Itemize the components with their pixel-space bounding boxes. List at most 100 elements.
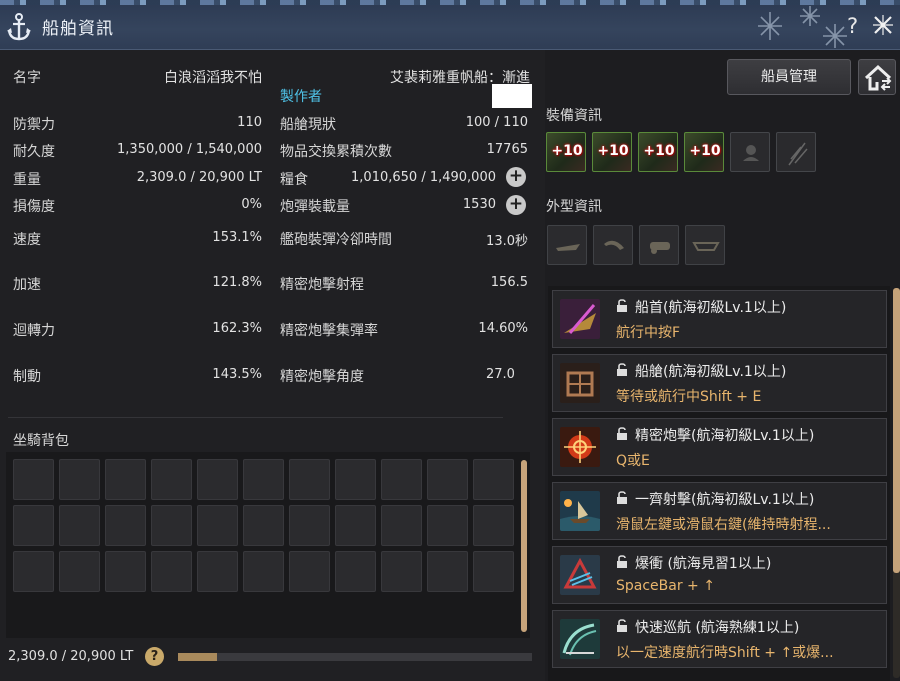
- inventory-slot[interactable]: [289, 505, 330, 546]
- inventory-slot[interactable]: [151, 551, 192, 592]
- stat-value: 153.1%: [212, 230, 262, 245]
- stat-label: 精密炮擊角度: [280, 369, 364, 385]
- skill-keybind: 以一定速度航行時Shift + ↑或爆...: [616, 645, 834, 661]
- inventory-scroll-thumb[interactable]: [521, 460, 527, 632]
- appearance-cannon-icon[interactable]: [639, 225, 679, 265]
- skill-name: 船艙(航海初級Lv.1以上): [635, 364, 787, 380]
- inventory-slot[interactable]: [197, 505, 238, 546]
- skill-name: 一齊射擊(航海初級Lv.1以上): [635, 492, 815, 508]
- skill-item[interactable]: 船首(航海初級Lv.1以上) 航行中按F: [552, 290, 887, 348]
- inventory-slot[interactable]: [151, 505, 192, 546]
- stat-value: 143.5%: [212, 367, 262, 382]
- skill-name: 精密炮擊(航海初級Lv.1以上): [635, 428, 815, 444]
- inventory-slot[interactable]: [59, 505, 100, 546]
- stat-label: 速度: [13, 232, 41, 248]
- cabin-skill-icon: [560, 363, 600, 403]
- stat-value: 1,010,650 / 1,490,000: [351, 170, 496, 185]
- stat-label: 防禦力: [13, 117, 55, 133]
- home-swap-icon: [864, 64, 892, 91]
- sailor-empty-icon[interactable]: [730, 132, 770, 172]
- skill-item[interactable]: 精密炮擊(航海初級Lv.1以上) Q或E: [552, 418, 887, 476]
- inventory-slot[interactable]: [473, 505, 514, 546]
- inventory-slot[interactable]: [381, 459, 422, 500]
- inventory-slot[interactable]: [473, 551, 514, 592]
- skill-keybind: 航行中按F: [616, 325, 681, 341]
- skill-item[interactable]: 爆衝 (航海見習1以上) SpaceBar + ↑: [552, 546, 887, 604]
- ship-sail-equip-icon[interactable]: +10: [684, 132, 724, 172]
- appearance-prow-icon[interactable]: [547, 225, 587, 265]
- skill-item[interactable]: 船艙(航海初級Lv.1以上) 等待或航行中Shift + E: [552, 354, 887, 412]
- inventory-slot[interactable]: [151, 459, 192, 500]
- unlock-icon: [617, 491, 627, 504]
- inventory-slot[interactable]: [105, 551, 146, 592]
- appearance-figurehead-icon[interactable]: [593, 225, 633, 265]
- inventory-slot[interactable]: [289, 459, 330, 500]
- stat-value: 2,309.0 / 20,900 LT: [136, 170, 262, 185]
- inventory-slot[interactable]: [427, 459, 468, 500]
- home-swap-button[interactable]: [858, 59, 896, 95]
- skill-keybind: 滑鼠左鍵或滑鼠右鍵(維持時射程...: [616, 517, 831, 533]
- title-bar[interactable]: 船舶資訊 ?: [0, 0, 900, 50]
- stat-value: 0%: [241, 197, 262, 212]
- ship-plating-equip-icon[interactable]: +10: [592, 132, 632, 172]
- inventory-slot[interactable]: [473, 459, 514, 500]
- weight-help-icon[interactable]: ?: [145, 647, 164, 666]
- appearance-title: 外型資訊: [546, 199, 602, 215]
- add-cannonball-button[interactable]: +: [506, 195, 526, 215]
- skill-keybind: Q或E: [616, 453, 650, 469]
- mount-inventory-title: 坐騎背包: [13, 433, 69, 449]
- inventory-slot[interactable]: [289, 551, 330, 592]
- section-divider: [8, 417, 503, 418]
- stat-label: 艦砲裝彈冷卻時間: [280, 232, 392, 248]
- ship-cannon-equip-icon[interactable]: +10: [638, 132, 678, 172]
- skill-name: 快速巡航 (航海熟練1以上): [635, 620, 800, 636]
- unlock-icon: [617, 619, 627, 632]
- inventory-slot[interactable]: [243, 459, 284, 500]
- enhance-level: +10: [643, 143, 675, 159]
- add-food-button[interactable]: +: [506, 167, 526, 187]
- help-button[interactable]: ?: [847, 14, 858, 38]
- weight-bar-fill: [178, 653, 217, 661]
- name-label: 名字: [13, 70, 41, 86]
- inventory-slot[interactable]: [13, 505, 54, 546]
- inventory-slot[interactable]: [381, 551, 422, 592]
- skill-item[interactable]: 一齊射擊(航海初級Lv.1以上) 滑鼠左鍵或滑鼠右鍵(維持時射程...: [552, 482, 887, 540]
- close-icon[interactable]: [872, 14, 894, 36]
- stat-value: 14.60%: [478, 321, 528, 336]
- weight-bar: [178, 653, 532, 661]
- ship-prow-equip-icon[interactable]: +10: [546, 132, 586, 172]
- inventory-slot[interactable]: [197, 551, 238, 592]
- boost-skill-icon: [560, 555, 600, 595]
- skill-scrollbar[interactable]: [893, 288, 900, 678]
- unlock-icon: [617, 555, 627, 568]
- inventory-slot[interactable]: [105, 459, 146, 500]
- inventory-slot[interactable]: [197, 459, 238, 500]
- skill-name: 爆衝 (航海見習1以上): [635, 556, 772, 572]
- inventory-slot[interactable]: [105, 505, 146, 546]
- volley-fire-icon: [560, 491, 600, 531]
- inventory-slot[interactable]: [13, 459, 54, 500]
- inventory-slot[interactable]: [427, 505, 468, 546]
- skill-keybind: 等待或航行中Shift + E: [616, 389, 762, 405]
- appearance-sail-icon[interactable]: [685, 225, 725, 265]
- weight-text: 2,309.0 / 20,900 LT: [8, 649, 134, 664]
- flag-empty-icon[interactable]: [776, 132, 816, 172]
- inventory-slot[interactable]: [59, 551, 100, 592]
- inventory-slot[interactable]: [243, 505, 284, 546]
- crew-management-button[interactable]: 船員管理: [727, 59, 851, 95]
- inventory-slot[interactable]: [335, 505, 376, 546]
- cruise-skill-icon: [560, 619, 600, 659]
- skill-item[interactable]: 快速巡航 (航海熟練1以上) 以一定速度航行時Shift + ↑或爆...: [552, 610, 887, 668]
- anchor-icon: [7, 13, 31, 41]
- inventory-slot[interactable]: [13, 551, 54, 592]
- inventory-slot[interactable]: [335, 551, 376, 592]
- stat-label: 精密炮擊集彈率: [280, 323, 378, 339]
- inventory-slot[interactable]: [427, 551, 468, 592]
- ship-info-window: 船舶資訊 ? 名字 白浪滔滔我不怕 艾裴莉雅重帆船：漸進 製作者 防禦力 110…: [0, 0, 900, 681]
- inventory-slot[interactable]: [243, 551, 284, 592]
- inventory-slot[interactable]: [59, 459, 100, 500]
- inventory-scrollbar[interactable]: [521, 460, 527, 632]
- inventory-slot[interactable]: [381, 505, 422, 546]
- inventory-slot[interactable]: [335, 459, 376, 500]
- skill-scroll-thumb[interactable]: [893, 288, 900, 573]
